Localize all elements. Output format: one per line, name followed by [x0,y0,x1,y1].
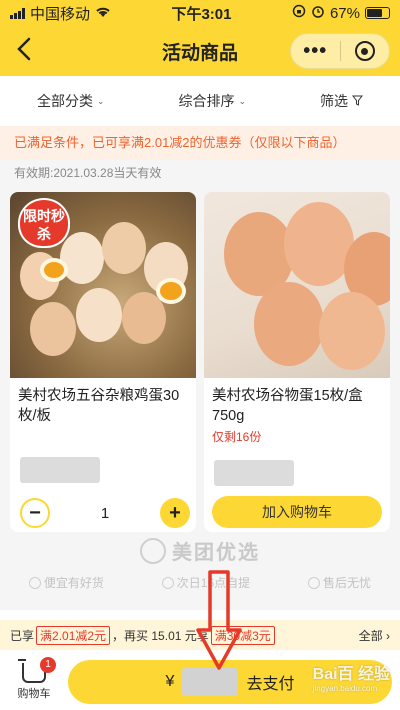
filter-sort-label: 综合排序 [178,93,235,109]
close-circle-icon [354,41,375,61]
price-mask [20,457,100,483]
brand-name: 美团优选 [172,542,260,564]
increase-button[interactable]: + [160,498,190,528]
battery-icon [364,7,390,19]
stock-remaining: 仅剩16份 [212,430,262,444]
product-image: 限时秒杀 [10,192,196,378]
chevron-down-icon: ⌄ [96,95,105,106]
brand-block: 美团优选 [0,536,400,569]
product-name: 美村农场谷物蛋15枚/盒750g [212,388,363,424]
coupon-tag: 满2.01减2元 [36,625,111,645]
filter-screen-label: 筛选 [320,93,349,109]
chevron-down-icon: ⌄ [238,95,247,106]
meituan-logo-icon [140,537,166,564]
cart-button[interactable]: 1 购物车 [10,657,58,701]
quantity-value: 1 [100,504,110,522]
product-name: 美村农场五谷杂粮鸡蛋30枚/板 [18,388,180,424]
miniprogram-capsule: ••• [290,33,390,69]
feature-label: 便宜有好货 [43,576,104,590]
currency-symbol: ¥ [165,673,175,690]
back-button[interactable] [14,34,44,68]
feature-label: 售后无忧 [323,576,372,590]
validity-text: 有效期:2021.03.28当天有效 [0,160,400,186]
filter-category-label: 全部分类 [36,93,93,109]
wifi-icon [95,5,111,22]
coupon-prefix: 已享 [10,628,35,643]
product-card[interactable]: 美村农场谷物蛋15枚/盒750g 仅剩16份 加入购物车 [204,192,390,532]
watermark: Bai百 经验 jingyan.baidu.com [312,666,390,693]
annotation-arrow [196,570,242,670]
alarm-icon [311,4,325,22]
carrier-label: 中国移动 [30,5,91,23]
clock-icon [161,576,174,589]
product-card[interactable]: 限时秒杀 美村农场五谷杂粮鸡蛋30枚/板 − 1 + [10,192,196,532]
signal-icon [10,7,25,19]
total-price-mask [182,668,239,696]
battery-percent: 67% [329,4,360,22]
shield-icon [308,576,321,589]
page-title: 活动商品 [161,42,238,64]
lock-rotation-icon [292,4,306,22]
clock: 下午3:01 [171,5,232,23]
cart-label: 购物车 [17,688,51,700]
coupon-all-link[interactable]: 全部 › [359,627,390,644]
coupon-middle-text: ，再买 15.01 元享 [112,628,209,643]
coin-icon [28,576,41,589]
close-circle-button[interactable] [341,33,390,69]
cart-count-badge: 1 [40,657,56,673]
funnel-icon [351,93,364,109]
filter-bar: 全部分类 ⌄ 综合排序 ⌄ 筛选 [0,76,400,126]
quantity-stepper: − 1 + [20,498,190,528]
status-bar: 中国移动 下午3:01 67% [0,0,400,26]
checkout-label: 去支付 [246,676,295,693]
product-image [204,192,390,378]
filter-category[interactable]: 全部分类 ⌄ [37,91,105,111]
price-mask [214,460,294,486]
chevron-right-icon: › [386,628,390,643]
filter-sort[interactable]: 综合排序 ⌄ [179,91,247,111]
flash-sale-badge: 限时秒杀 [18,198,70,248]
nav-bar: 活动商品 ••• [0,26,400,76]
decrease-button[interactable]: − [20,498,50,528]
filter-screen[interactable]: 筛选 [320,91,364,111]
coupon-notice: 已满足条件，已可享满2.01减2的优惠券（仅限以下商品） [0,126,400,160]
add-to-cart-button[interactable]: 加入购物车 [212,496,382,528]
more-dots-icon[interactable]: ••• [291,33,340,69]
back-arrow-icon [17,37,31,61]
